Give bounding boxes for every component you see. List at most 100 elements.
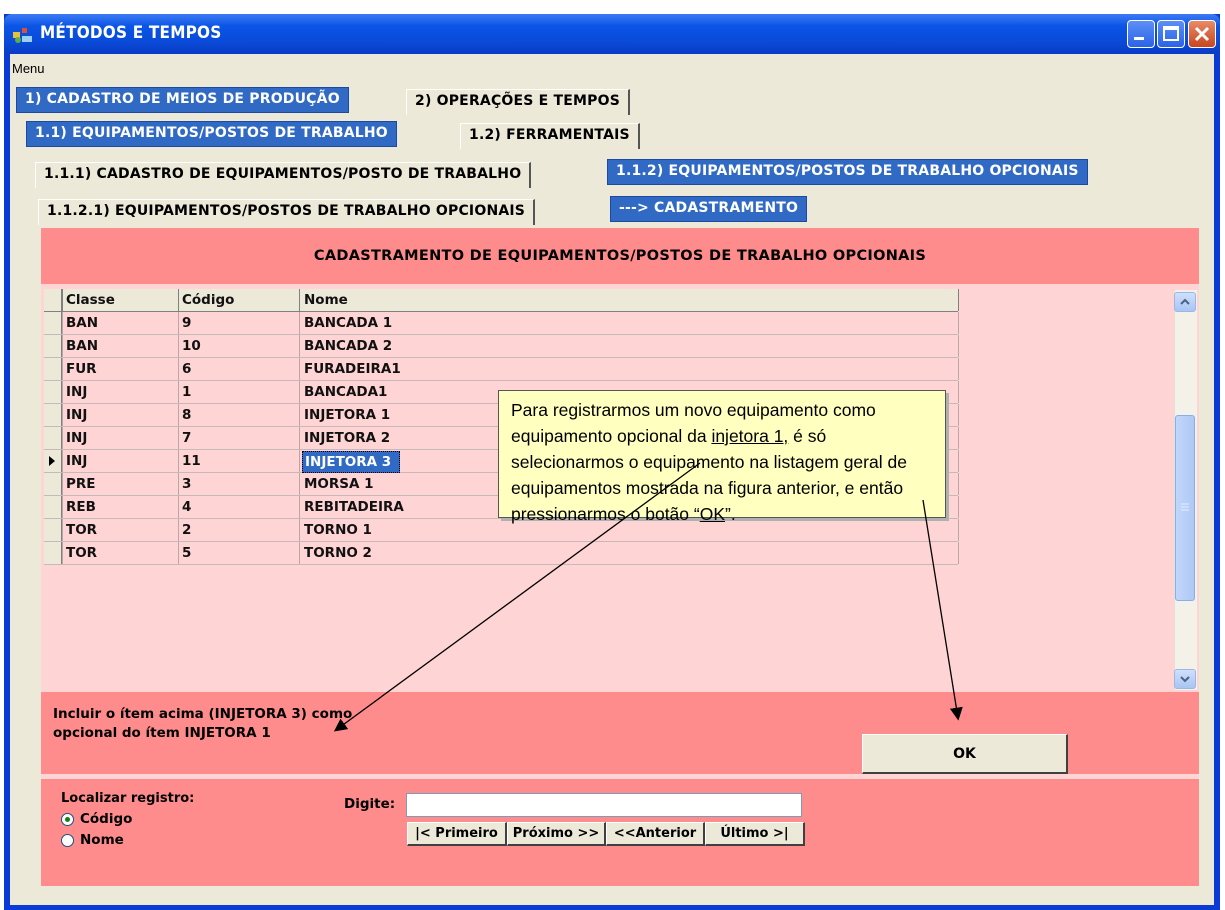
close-icon <box>1194 26 1210 42</box>
tab-ferramentais[interactable]: 1.2) FERRAMENTAIS <box>460 123 640 149</box>
row-selector[interactable] <box>44 496 62 518</box>
row-selector[interactable] <box>44 312 62 334</box>
table-cell[interactable]: TOR <box>66 545 97 561</box>
table-cell[interactable]: BANCADA 1 <box>304 315 392 331</box>
grid-column-divider <box>299 450 300 472</box>
table-cell[interactable]: INJETORA 3 <box>302 451 401 473</box>
grid-column-divider <box>178 312 179 334</box>
grid-column-divider <box>178 427 179 449</box>
radio-nome-label[interactable]: Nome <box>80 832 124 848</box>
table-cell[interactable]: MORSA 1 <box>304 476 374 492</box>
last-record-button[interactable]: Último >| <box>705 822 805 846</box>
table-cell[interactable]: 6 <box>182 361 191 377</box>
scrollbar-thumb[interactable] <box>1175 415 1195 601</box>
grid-column-divider <box>299 358 300 380</box>
column-header[interactable]: Código <box>182 292 234 308</box>
maximize-button[interactable] <box>1157 20 1185 48</box>
table-row[interactable]: TOR 5 TORNO 2 <box>44 542 959 565</box>
table-cell[interactable]: INJETORA 1 <box>304 407 390 423</box>
panel-header: CADASTRAMENTO DE EQUIPAMENTOS/POSTOS DE … <box>313 248 927 264</box>
tab-operacoes-tempos[interactable]: 2) OPERAÇÕES E TEMPOS <box>406 89 630 115</box>
table-cell[interactable]: FUR <box>66 361 97 377</box>
table-cell[interactable]: FURADEIRA1 <box>304 361 401 377</box>
column-header[interactable]: Classe <box>66 292 115 308</box>
tab-cadastramento[interactable]: ---> CADASTRAMENTO <box>610 196 808 222</box>
search-input[interactable] <box>406 793 802 817</box>
ok-button[interactable]: OK <box>862 734 1068 774</box>
table-row[interactable]: BAN 9 BANCADA 1 <box>44 312 959 335</box>
table-cell[interactable]: 2 <box>182 522 191 538</box>
menu-item-menu[interactable]: Menu <box>12 61 45 76</box>
table-cell[interactable]: 3 <box>182 476 191 492</box>
table-cell[interactable]: BANCADA 2 <box>304 338 392 354</box>
scroll-down-button[interactable] <box>1174 669 1196 689</box>
table-cell[interactable]: INJ <box>66 430 87 446</box>
row-selector[interactable] <box>44 450 62 472</box>
radio-codigo-label[interactable]: Código <box>80 811 132 827</box>
grid-column-divider <box>178 496 179 518</box>
close-button[interactable] <box>1188 20 1216 48</box>
row-selector[interactable] <box>44 473 62 495</box>
table-cell[interactable]: INJ <box>66 453 87 469</box>
radio-codigo[interactable] <box>61 813 74 826</box>
grid-column-divider <box>958 404 959 426</box>
grid-column-divider <box>299 381 300 403</box>
tab-cadastro-equipamentos[interactable]: 1.1.1) CADASTRO DE EQUIPAMENTOS/POSTO DE… <box>35 162 532 188</box>
scroll-up-button[interactable] <box>1174 292 1196 312</box>
table-row[interactable]: FUR 6 FURADEIRA1 <box>44 358 959 381</box>
callout-text-3: ”. <box>725 504 736 524</box>
table-cell[interactable]: BAN <box>66 338 98 354</box>
previous-record-button[interactable]: <<Anterior <box>606 822 705 846</box>
table-cell[interactable]: REBITADEIRA <box>304 499 404 515</box>
table-cell[interactable]: TORNO 1 <box>304 522 372 538</box>
next-record-button[interactable]: Próximo >> <box>507 822 606 846</box>
table-cell[interactable]: INJETORA 2 <box>304 430 390 446</box>
table-cell[interactable]: 5 <box>182 545 191 561</box>
table-row[interactable]: TOR 2 TORNO 1 <box>44 519 959 542</box>
tab-opcionais-lista[interactable]: 1.1.2.1) EQUIPAMENTOS/POSTOS DE TRABALHO… <box>38 199 536 225</box>
table-cell[interactable]: 1 <box>182 384 191 400</box>
grid-column-divider <box>62 289 63 311</box>
row-selector[interactable] <box>44 381 62 403</box>
table-cell[interactable]: REB <box>66 499 96 515</box>
table-cell[interactable]: 9 <box>182 315 191 331</box>
window-title: MÉTODOS E TEMPOS <box>40 23 222 43</box>
row-selector[interactable] <box>44 358 62 380</box>
grid-column-divider <box>958 473 959 495</box>
tab-equipamentos-postos[interactable]: 1.1) EQUIPAMENTOS/POSTOS DE TRABALHO <box>26 121 397 147</box>
table-cell[interactable]: 11 <box>182 453 201 469</box>
row-selector[interactable] <box>44 519 62 541</box>
grid-column-divider <box>299 427 300 449</box>
row-selector[interactable] <box>44 335 62 357</box>
table-cell[interactable]: TOR <box>66 522 97 538</box>
grid-column-divider <box>62 496 63 518</box>
menu-bar <box>10 54 1214 84</box>
tab-cadastro-meios-producao[interactable]: 1) CADASTRO DE MEIOS DE PRODUÇÃO <box>16 87 349 113</box>
minimize-button[interactable] <box>1127 20 1155 48</box>
table-cell[interactable]: BAN <box>66 315 98 331</box>
grid-column-divider <box>62 542 63 564</box>
row-selector[interactable] <box>44 542 62 564</box>
row-selector[interactable] <box>44 427 62 449</box>
table-cell[interactable]: TORNO 2 <box>304 545 372 561</box>
callout-underlined-injetora: injetora 1, <box>711 426 789 446</box>
radio-nome[interactable] <box>61 834 74 847</box>
column-header[interactable]: Nome <box>304 292 348 308</box>
table-row[interactable]: BAN 10 BANCADA 2 <box>44 335 959 358</box>
grid-column-divider <box>62 381 63 403</box>
table-cell[interactable]: 7 <box>182 430 191 446</box>
grid-column-divider <box>958 427 959 449</box>
row-selector[interactable] <box>44 404 62 426</box>
table-cell[interactable]: 4 <box>182 499 191 515</box>
table-cell[interactable]: PRE <box>66 476 96 492</box>
table-cell[interactable]: INJ <box>66 384 87 400</box>
table-cell[interactable]: BANCADA1 <box>304 384 387 400</box>
table-cell[interactable]: INJ <box>66 407 87 423</box>
callout-underlined-ok: OK <box>699 504 726 524</box>
first-record-button[interactable]: |< Primeiro <box>407 822 507 846</box>
maximize-icon <box>1163 26 1179 41</box>
table-cell[interactable]: 10 <box>182 338 201 354</box>
grid-column-divider <box>178 289 179 311</box>
tab-equipamentos-opcionais[interactable]: 1.1.2) EQUIPAMENTOS/POSTOS DE TRABALHO O… <box>607 159 1088 185</box>
table-cell[interactable]: 8 <box>182 407 191 423</box>
